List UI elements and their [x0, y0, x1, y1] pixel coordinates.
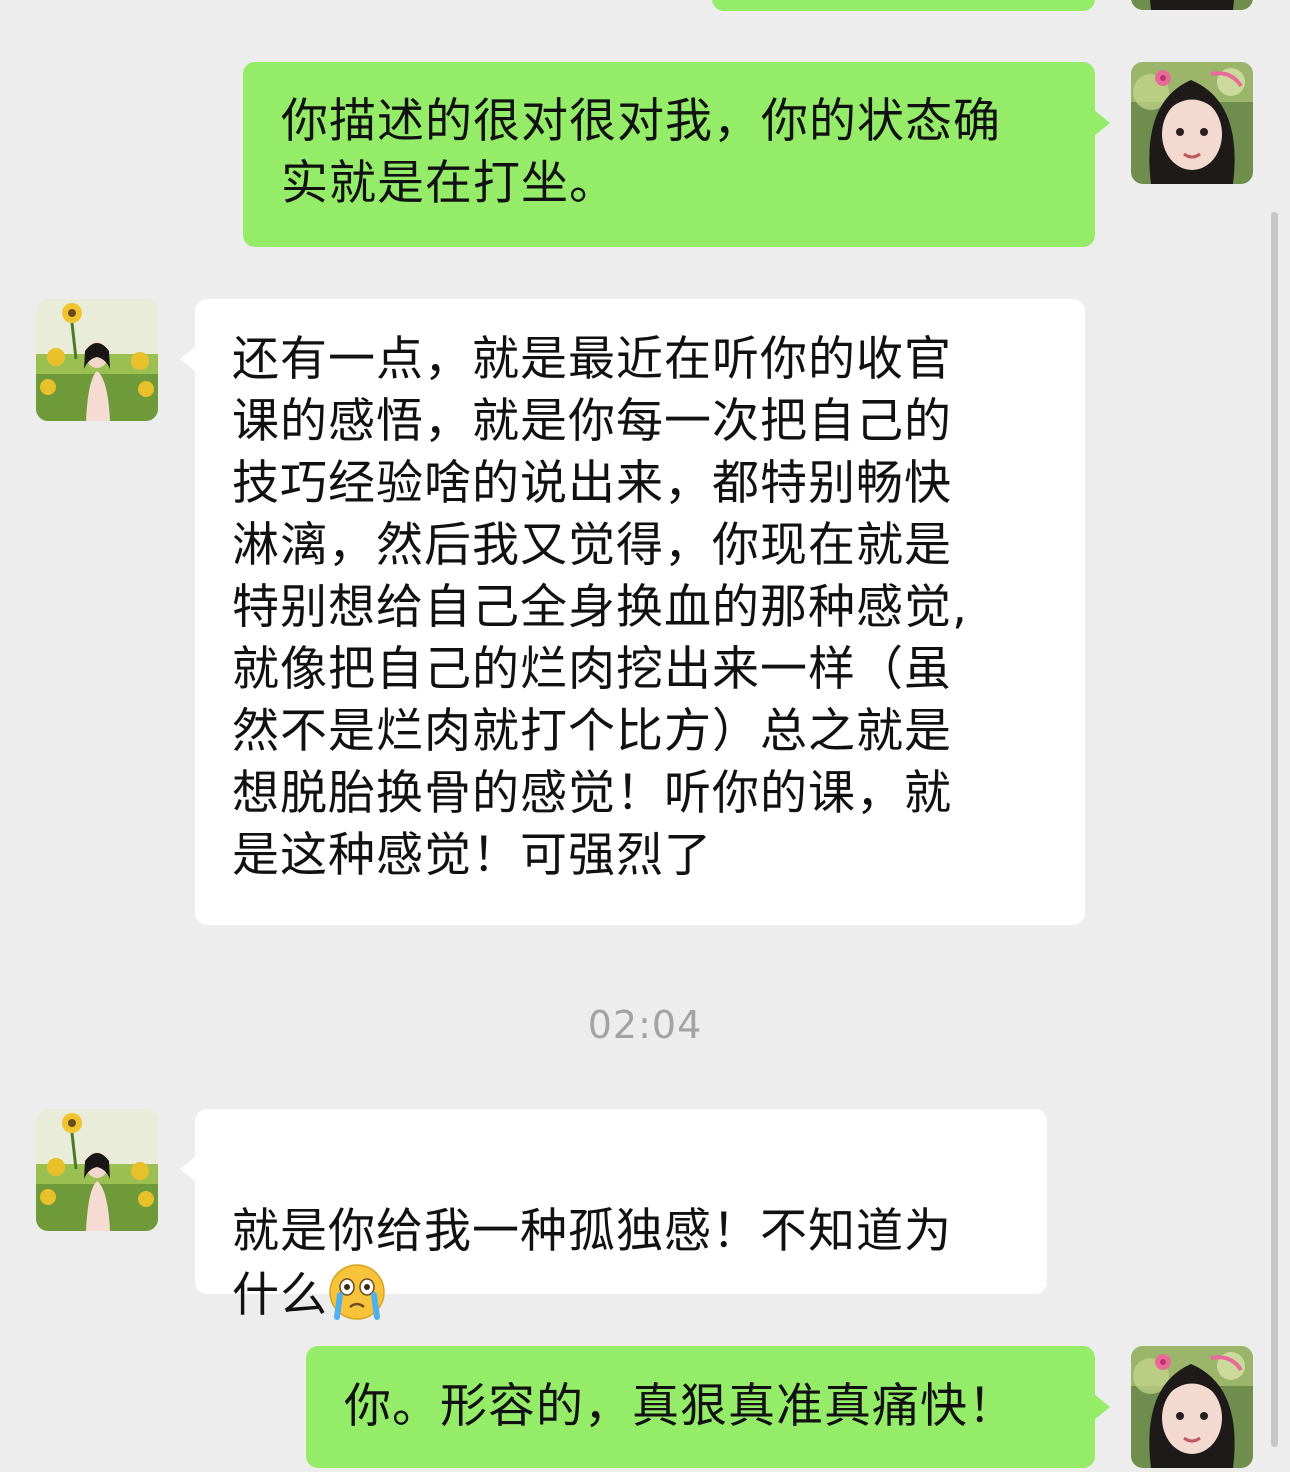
contact-avatar-image	[36, 1109, 158, 1231]
self-avatar[interactable]	[1131, 62, 1253, 184]
contact-avatar-image	[36, 299, 158, 421]
message-bubble-contact[interactable]: 就是你给我一种孤独感！不知道为 什么	[195, 1109, 1047, 1323]
self-avatar-image	[1131, 1346, 1253, 1468]
contact-avatar[interactable]	[36, 299, 158, 421]
bubble-tail	[180, 1156, 196, 1182]
bubble-tail	[1094, 1394, 1110, 1420]
bubble-tail	[180, 346, 196, 372]
bubble-tail	[1094, 110, 1110, 136]
message-bubble-self[interactable]: 你描述的很对很对我，你的状态确 实就是在打坐。	[243, 62, 1095, 247]
loudly-crying-face-emoji	[328, 1263, 386, 1321]
scrollbar[interactable]	[1271, 212, 1278, 1447]
message-bubble-contact[interactable]: 还有一点，就是最近在听你的收官 课的感悟，就是你每一次把自己的 技巧经验啥的说出…	[195, 299, 1085, 925]
self-avatar-image	[1131, 0, 1253, 10]
message-bubble-self-partial[interactable]	[712, 0, 1095, 11]
message-bubble-self[interactable]: 你。形容的，真狠真准真痛快！	[306, 1346, 1095, 1468]
self-avatar[interactable]	[1131, 0, 1253, 10]
self-avatar[interactable]	[1131, 1346, 1253, 1468]
message-timestamp: 02:04	[587, 1003, 703, 1047]
self-avatar-image	[1131, 62, 1253, 184]
contact-avatar[interactable]	[36, 1109, 158, 1231]
